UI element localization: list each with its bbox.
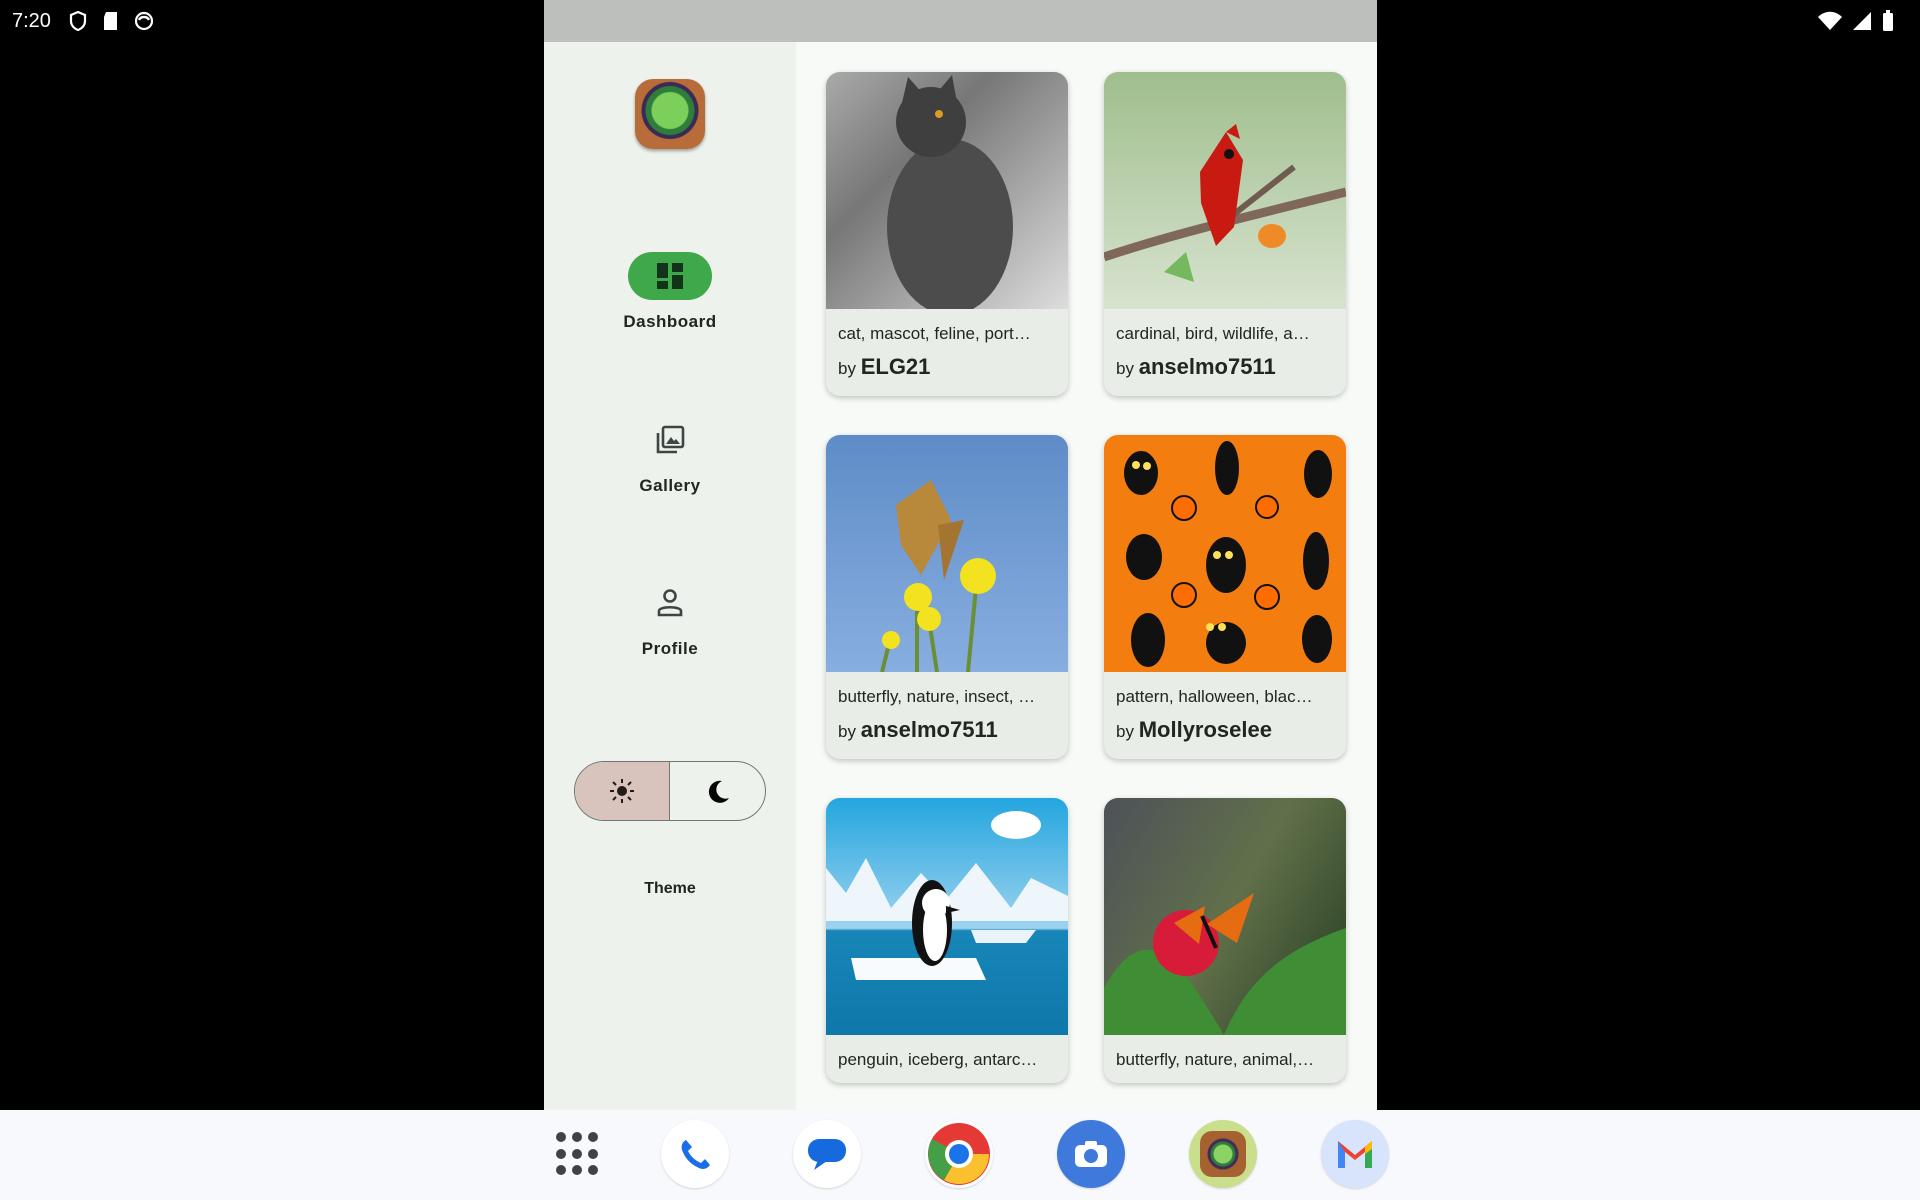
card-tags: butterfly, nature, insect, … [838,687,1036,706]
author-name: ELG21 [860,354,931,379]
card-tags: penguin, iceberg, antarc… [838,1050,1038,1069]
phone-icon[interactable] [661,1120,729,1188]
cat-image [826,72,1068,309]
face-icon [134,11,154,31]
image-card[interactable]: pattern, halloween, blac… by Mollyrosele… [1104,435,1346,759]
light-mode-icon [610,779,634,803]
image-card[interactable]: butterfly, nature, insect, … by anselmo7… [826,435,1068,759]
nav-label-dashboard: Dashboard [623,312,717,331]
butterfly-flower-illustration [1104,893,1346,1035]
messages-icon[interactable] [793,1120,861,1188]
cardinal-image [1104,72,1346,309]
navigation-rail: Dashboard Gallery Profile Theme [544,42,796,1110]
taskbar-dock [0,1110,1920,1200]
camera-icon[interactable] [1057,1120,1125,1188]
gallery-icon-container [628,416,712,464]
cardinal-illustration [1104,124,1346,282]
butterfly-illustration [880,480,996,672]
signal-icon [1853,12,1871,30]
app-title-bar [544,0,1377,42]
halloween-pattern-image [1104,435,1346,672]
author-prefix: by [838,359,856,378]
status-icons-left [68,11,154,31]
dashboard-icon [657,263,683,289]
gallery-app-icon[interactable] [1189,1120,1257,1188]
image-card[interactable]: penguin, iceberg, antarc… [826,798,1068,1083]
nav-item-gallery[interactable]: Gallery [544,416,796,496]
status-icons-right [1818,10,1894,32]
shield-icon [69,11,87,31]
card-author: by anselmo7511 [1104,344,1346,396]
author-prefix: by [838,722,856,741]
nav-label-gallery: Gallery [639,476,701,495]
nav-item-profile[interactable]: Profile [544,579,796,659]
card-author: by anselmo7511 [826,707,1068,759]
butterfly-flower-image [1104,798,1346,1035]
author-prefix: by [1116,359,1134,378]
author-name: Mollyroselee [1138,717,1272,742]
gmail-icon[interactable] [1321,1120,1389,1188]
nav-label-profile: Profile [641,639,699,658]
dark-mode-icon [708,780,729,803]
theme-label: Theme [644,880,696,897]
app-logo [635,79,705,149]
card-tags: pattern, halloween, blac… [1116,687,1313,706]
halloween-pattern [1124,441,1332,667]
author-name: anselmo7511 [1138,354,1276,379]
image-card[interactable]: butterfly, nature, animal,… [1104,798,1346,1083]
card-author: by ELG21 [826,344,1068,396]
light-theme-button[interactable] [575,762,670,820]
sd-card-icon [104,12,117,30]
author-prefix: by [1116,722,1134,741]
app-drawer-icon[interactable] [556,1132,600,1176]
butterfly-image [826,435,1068,672]
status-time: 7:20 [12,10,51,32]
penguin-illustration [826,811,1068,980]
dashboard-icon-indicator [628,252,712,300]
battery-icon [1883,10,1893,31]
card-tags: cat, mascot, feline, port… [838,324,1031,343]
profile-icon-container [628,579,712,627]
gallery-icon [656,425,685,454]
cat-illustration [887,75,1013,309]
dark-theme-button[interactable] [670,762,765,820]
profile-icon [657,589,683,617]
wifi-icon [1818,11,1842,30]
image-card[interactable]: cardinal, bird, wildlife, a… by anselmo7… [1104,72,1346,396]
author-name: anselmo7511 [860,717,998,742]
card-tags: butterfly, nature, animal,… [1116,1050,1315,1069]
app-window: Dashboard Gallery Profile Theme cat, mas… [544,0,1377,1110]
penguin-image [826,798,1068,1035]
image-card[interactable]: cat, mascot, feline, port… by ELG21 [826,72,1068,396]
card-tags: cardinal, bird, wildlife, a… [1116,324,1310,343]
nav-item-dashboard[interactable]: Dashboard [544,252,796,332]
theme-toggle[interactable] [574,761,766,821]
card-author: by Mollyroselee [1104,707,1346,759]
chrome-icon[interactable] [925,1120,993,1188]
